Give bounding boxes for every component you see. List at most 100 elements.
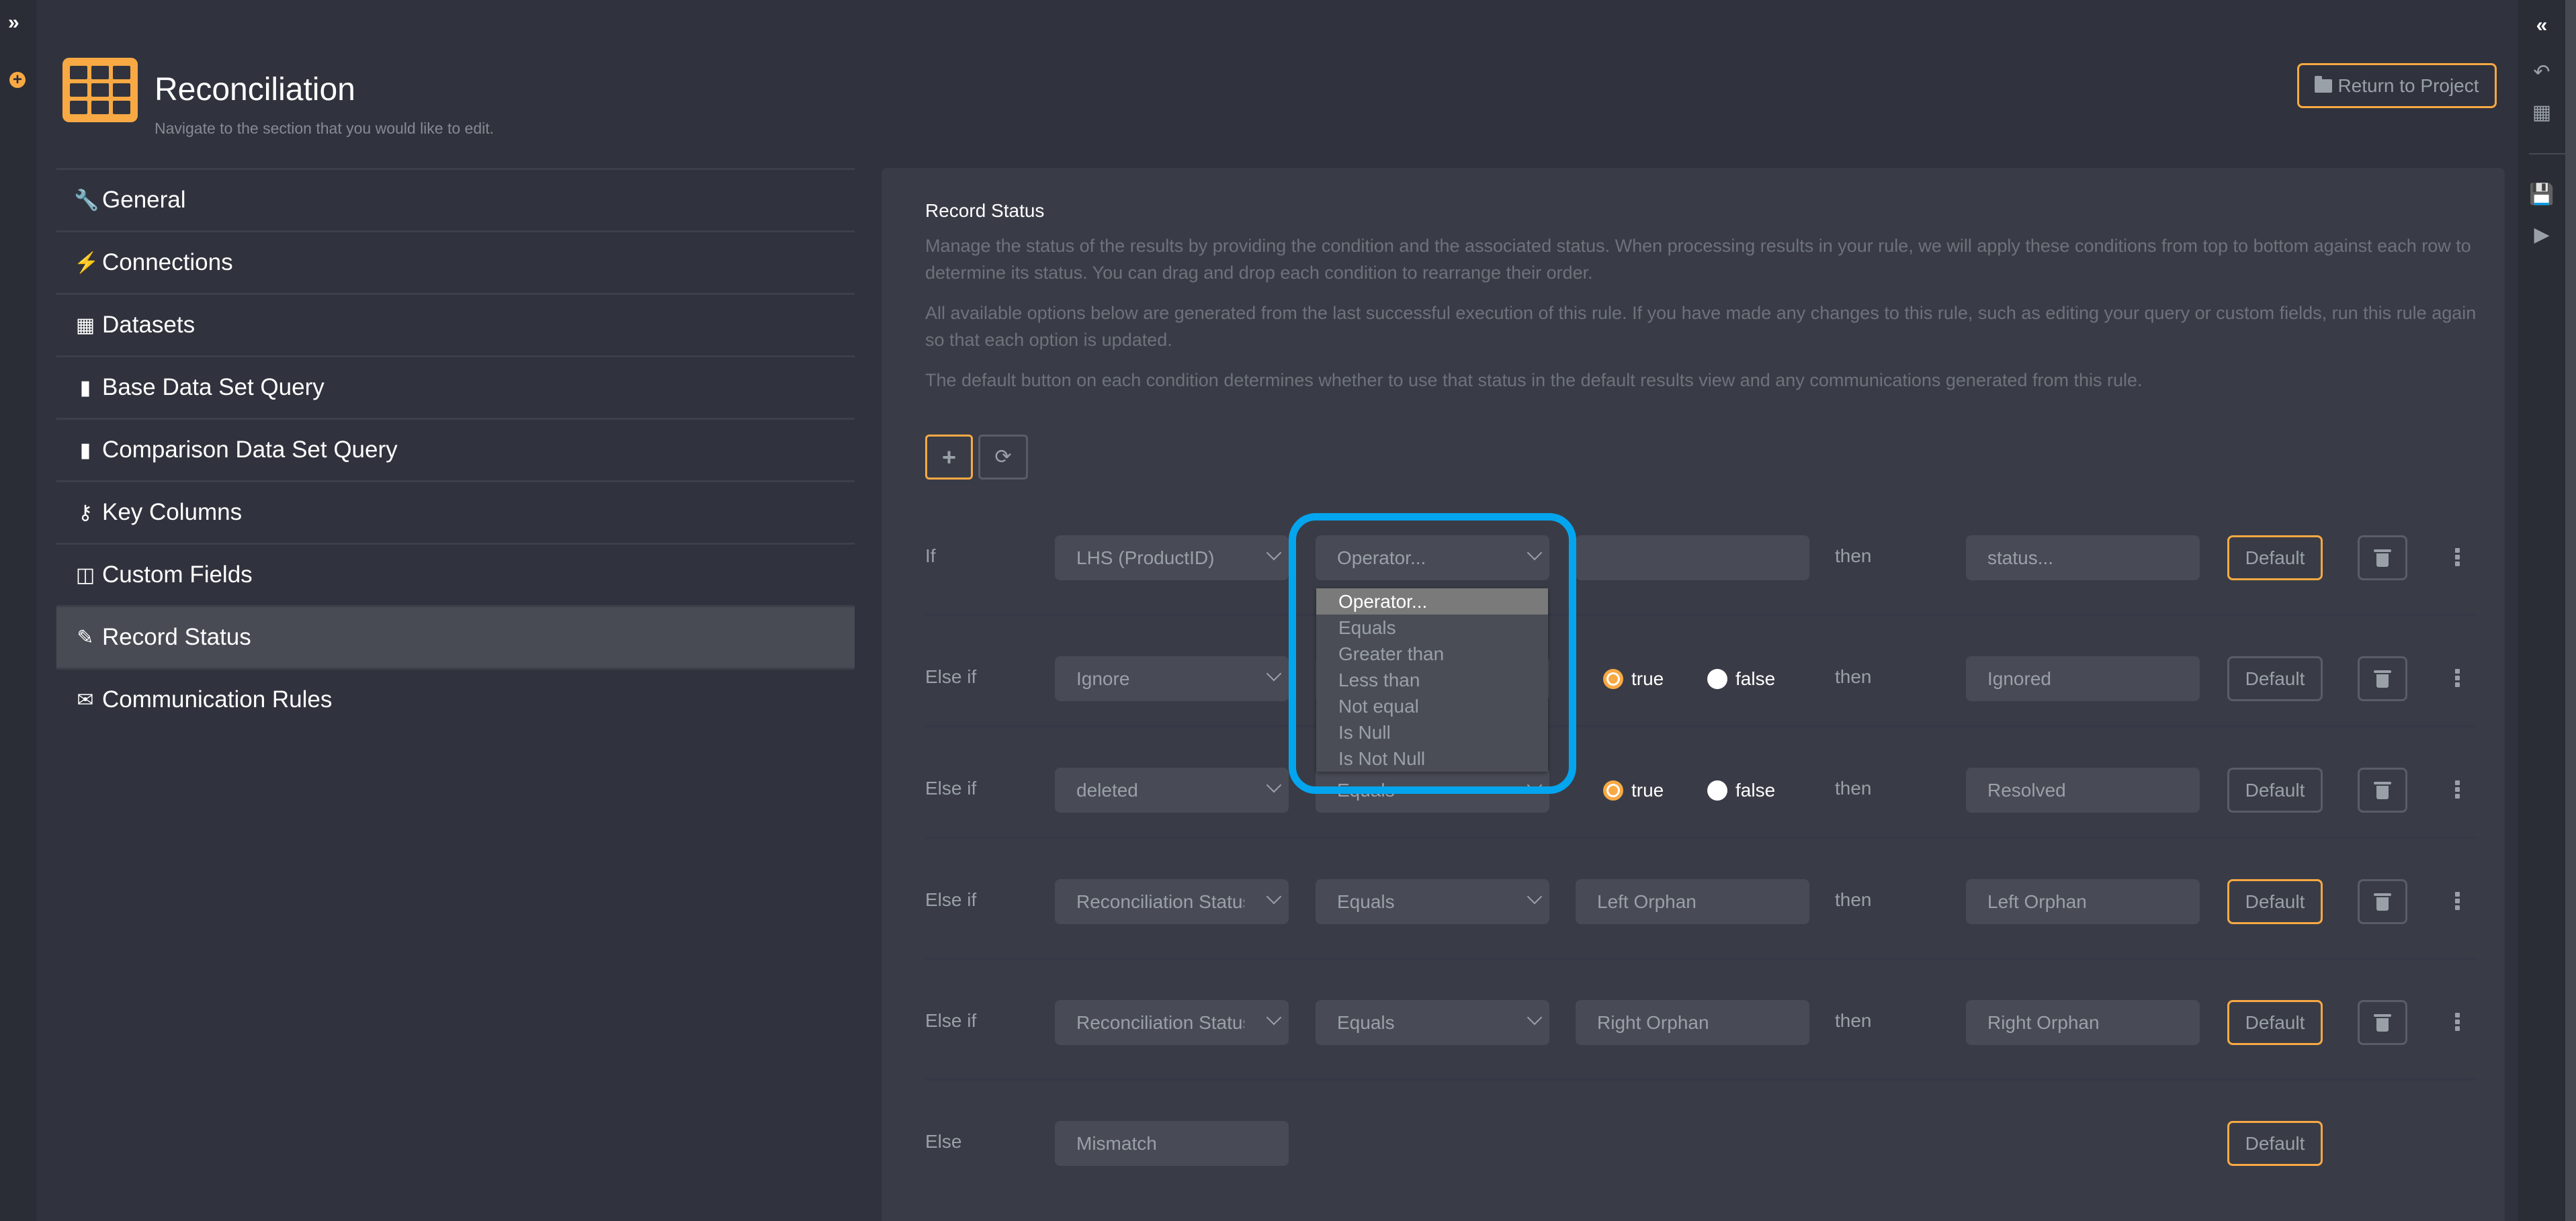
default-button[interactable]: Default xyxy=(2227,656,2323,701)
return-to-project-button[interactable]: Return to Project xyxy=(2297,63,2497,108)
operator-select-value: Operator... xyxy=(1337,547,1426,568)
scrollbar[interactable] xyxy=(2565,0,2576,1221)
status-input[interactable]: Right Orphan xyxy=(1966,1000,2200,1045)
default-button[interactable]: Default xyxy=(2227,535,2323,580)
chevron-down-icon xyxy=(1266,889,1282,905)
value-input[interactable] xyxy=(1576,535,1809,580)
chevron-down-icon xyxy=(1527,545,1543,561)
field-select[interactable]: deleted xyxy=(1055,768,1289,813)
description-paragraph: The default button on each condition det… xyxy=(925,370,2143,390)
add-circle-icon[interactable]: + xyxy=(9,72,26,88)
add-condition-button[interactable]: + xyxy=(925,435,973,480)
delete-condition-button[interactable] xyxy=(2358,535,2407,580)
drag-handle-icon[interactable] xyxy=(2455,669,2462,687)
operator-select[interactable]: Equals xyxy=(1316,768,1549,813)
save-icon[interactable]: 💾 xyxy=(2518,181,2565,208)
status-value: Left Orphan xyxy=(1987,891,2087,912)
chevron-down-icon xyxy=(1527,1009,1543,1026)
refresh-button[interactable]: ⟳ xyxy=(978,435,1028,480)
sidebar-item-general[interactable]: 🔧 General xyxy=(56,168,855,230)
status-input[interactable]: status... xyxy=(1966,535,2200,580)
field-select[interactable]: Ignore xyxy=(1055,656,1289,701)
table-icon: ▦ xyxy=(75,314,95,336)
panel-title: Record Status xyxy=(925,200,1045,221)
row-divider xyxy=(925,725,2477,727)
operator-select[interactable]: Operator... xyxy=(1316,535,1549,580)
collapse-panel-icon[interactable]: « xyxy=(2518,12,2565,39)
operator-option[interactable]: Operator... xyxy=(1316,588,1548,615)
sidebar-item-communication-rules[interactable]: ✉ Communication Rules xyxy=(56,668,855,730)
default-button[interactable]: Default xyxy=(2227,1000,2323,1045)
run-icon[interactable]: ▶ xyxy=(2518,222,2565,248)
radio-dot[interactable] xyxy=(1603,780,1623,801)
expand-sidebar-icon[interactable]: » xyxy=(8,11,19,35)
sidebar-item-record-status[interactable]: ✎ Record Status xyxy=(56,605,855,668)
trash-icon xyxy=(2374,1013,2391,1032)
radio-true[interactable]: true xyxy=(1603,668,1664,690)
sidebar-item-label: Connections xyxy=(102,249,233,275)
table-logo-icon xyxy=(62,58,138,122)
sidebar-item-custom-fields[interactable]: ◫ Custom Fields xyxy=(56,543,855,605)
radio-dot[interactable] xyxy=(1707,669,1727,689)
description-paragraph: Manage the status of the results by prov… xyxy=(925,236,2471,283)
status-value: Resolved xyxy=(1987,779,2066,801)
radio-dot[interactable] xyxy=(1707,780,1727,801)
operator-select-value: Equals xyxy=(1337,891,1395,912)
sidebar-item-datasets[interactable]: ▦ Datasets xyxy=(56,293,855,355)
default-button[interactable]: Default xyxy=(2227,768,2323,813)
status-input[interactable]: Ignored xyxy=(1966,656,2200,701)
else-status-input[interactable]: Mismatch xyxy=(1055,1121,1289,1166)
row-divider xyxy=(925,958,2477,960)
delete-condition-button[interactable] xyxy=(2358,879,2407,924)
default-button[interactable]: Default xyxy=(2227,879,2323,924)
description-paragraph: All available options below are generate… xyxy=(925,303,2477,350)
sidebar-item-label: Base Data Set Query xyxy=(102,374,325,400)
wrench-icon: 🔧 xyxy=(74,189,99,212)
chevron-down-icon xyxy=(1266,1009,1282,1026)
radio-dot[interactable] xyxy=(1603,669,1623,689)
status-input[interactable]: Resolved xyxy=(1966,768,2200,813)
sidebar-item-label: Custom Fields xyxy=(102,561,253,588)
default-button[interactable]: Default xyxy=(2227,1121,2323,1166)
chevron-down-icon xyxy=(1527,777,1543,793)
value-input[interactable]: Right Orphan xyxy=(1576,1000,1809,1045)
drag-handle-icon[interactable] xyxy=(2455,1013,2462,1031)
status-input[interactable]: Left Orphan xyxy=(1966,879,2200,924)
operator-select[interactable]: Equals xyxy=(1316,879,1549,924)
sidebar-item-base-data-set-query[interactable]: ▮ Base Data Set Query xyxy=(56,355,855,418)
grid-icon[interactable]: ▦ xyxy=(2518,99,2565,126)
operator-option[interactable]: Less than xyxy=(1316,667,1548,693)
condition-label: Else if xyxy=(925,666,977,687)
operator-option[interactable]: Equals xyxy=(1316,615,1548,641)
delete-condition-button[interactable] xyxy=(2358,768,2407,813)
operator-select[interactable]: Equals xyxy=(1316,1000,1549,1045)
value-input[interactable]: Left Orphan xyxy=(1576,879,1809,924)
operator-option[interactable]: Is Not Null xyxy=(1316,745,1548,772)
sidebar-item-comparison-data-set-query[interactable]: ▮ Comparison Data Set Query xyxy=(56,418,855,480)
drag-handle-icon[interactable] xyxy=(2455,548,2462,566)
drag-handle-icon[interactable] xyxy=(2455,892,2462,910)
undo-icon[interactable]: ↶ xyxy=(2518,59,2565,86)
trash-icon xyxy=(2374,670,2391,688)
status-value: Right Orphan xyxy=(1987,1011,2100,1033)
field-select[interactable]: Reconciliation Status xyxy=(1055,879,1289,924)
radio-false[interactable]: false xyxy=(1707,668,1775,690)
columns-icon: ◫ xyxy=(75,563,95,586)
delete-condition-button[interactable] xyxy=(2358,656,2407,701)
operator-option[interactable]: Greater than xyxy=(1316,641,1548,667)
operator-option[interactable]: Is Null xyxy=(1316,719,1548,745)
sidebar-item-key-columns[interactable]: ⚷ Key Columns xyxy=(56,480,855,543)
status-value: Ignored xyxy=(1987,668,2051,689)
radio-true[interactable]: true xyxy=(1603,780,1664,801)
drag-handle-icon[interactable] xyxy=(2455,780,2462,799)
sidebar-item-connections[interactable]: ⚡ Connections xyxy=(56,230,855,293)
radio-label: true xyxy=(1631,780,1664,801)
folder-icon xyxy=(2315,75,2333,93)
delete-condition-button[interactable] xyxy=(2358,1000,2407,1045)
field-select[interactable]: Reconciliation Status xyxy=(1055,1000,1289,1045)
trash-icon xyxy=(2374,781,2391,799)
section-nav: 🔧 General ⚡ Connections ▦ Datasets ▮ Base Data … xyxy=(56,168,855,730)
operator-option[interactable]: Not equal xyxy=(1316,693,1548,719)
radio-false[interactable]: false xyxy=(1707,780,1775,801)
field-select[interactable]: LHS (ProductID) xyxy=(1055,535,1289,580)
